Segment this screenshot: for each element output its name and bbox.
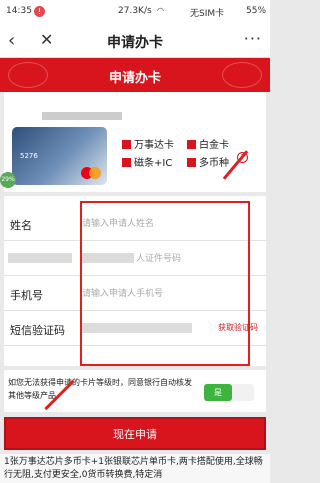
toggle-knob[interactable]: 是 (204, 384, 232, 401)
option-label: 万事达卡 (134, 140, 174, 151)
card-number: 5276 (20, 152, 38, 160)
mastercard-logo-icon (81, 167, 101, 179)
card-name-redacted (42, 112, 122, 120)
bullet-square-icon (122, 158, 131, 167)
option-multi-currency: 多币种 (187, 154, 229, 169)
name-label: 姓名 (10, 219, 32, 232)
banner-title: 申请办卡 (108, 71, 161, 86)
consent-text: 如您无法获得申请的卡片等级时，同意银行自动核发其他等级产品 (8, 378, 192, 400)
warning-icon: ! (34, 6, 45, 17)
option-mastercard: 万事达卡 (122, 136, 174, 151)
floating-badge[interactable]: 29% (0, 172, 16, 188)
option-platinum: 白金卡 (187, 136, 229, 151)
option-label: 白金卡 (199, 140, 229, 151)
network-speed: 27.3K/s (118, 6, 152, 16)
phone-label: 手机号 (10, 289, 43, 302)
bullet-square-icon (187, 140, 196, 149)
product-description: 1张万事达芯片多币卡+1张银联芯片单币卡,两卡搭配使用,全球畅行无阻,支付更安全… (0, 454, 270, 483)
more-icon[interactable]: ··· (244, 29, 262, 48)
consent-section: 如您无法获得申请的卡片等级时，同意银行自动核发其他等级产品 是 (4, 370, 266, 412)
option-label: 磁条+IC (134, 158, 173, 169)
header-banner: 申请办卡 (0, 58, 270, 92)
option-magstripe-ic: 磁条+IC (122, 154, 172, 169)
wifi-icon: ◠ (157, 6, 164, 15)
status-bar: 14:35 ! 27.3K/s ◠ 无SIM卡 55% (0, 0, 270, 24)
battery-level: 55% (246, 6, 267, 16)
bullet-square-icon (187, 158, 196, 167)
card-options-section: 5276 29% 万事达卡 白金卡 磁条+IC 多币种 ? (0, 92, 266, 192)
credit-card-image: 5276 (12, 127, 107, 185)
apply-now-button[interactable]: 现在申请 (4, 417, 266, 450)
consent-toggle[interactable]: 是 (204, 384, 254, 401)
id-label-redacted (8, 253, 72, 263)
carrier-status: 无SIM卡 (190, 9, 225, 19)
option-label: 多币种 (199, 158, 229, 169)
annotation-box (80, 201, 250, 366)
nav-bar: ‹ ✕ 申请办卡 ··· (0, 24, 270, 58)
page-title: 申请办卡 (107, 35, 163, 51)
sms-code-label: 短信验证码 (10, 324, 65, 337)
status-time: 14:35 (6, 6, 32, 16)
bullet-square-icon (122, 140, 131, 149)
